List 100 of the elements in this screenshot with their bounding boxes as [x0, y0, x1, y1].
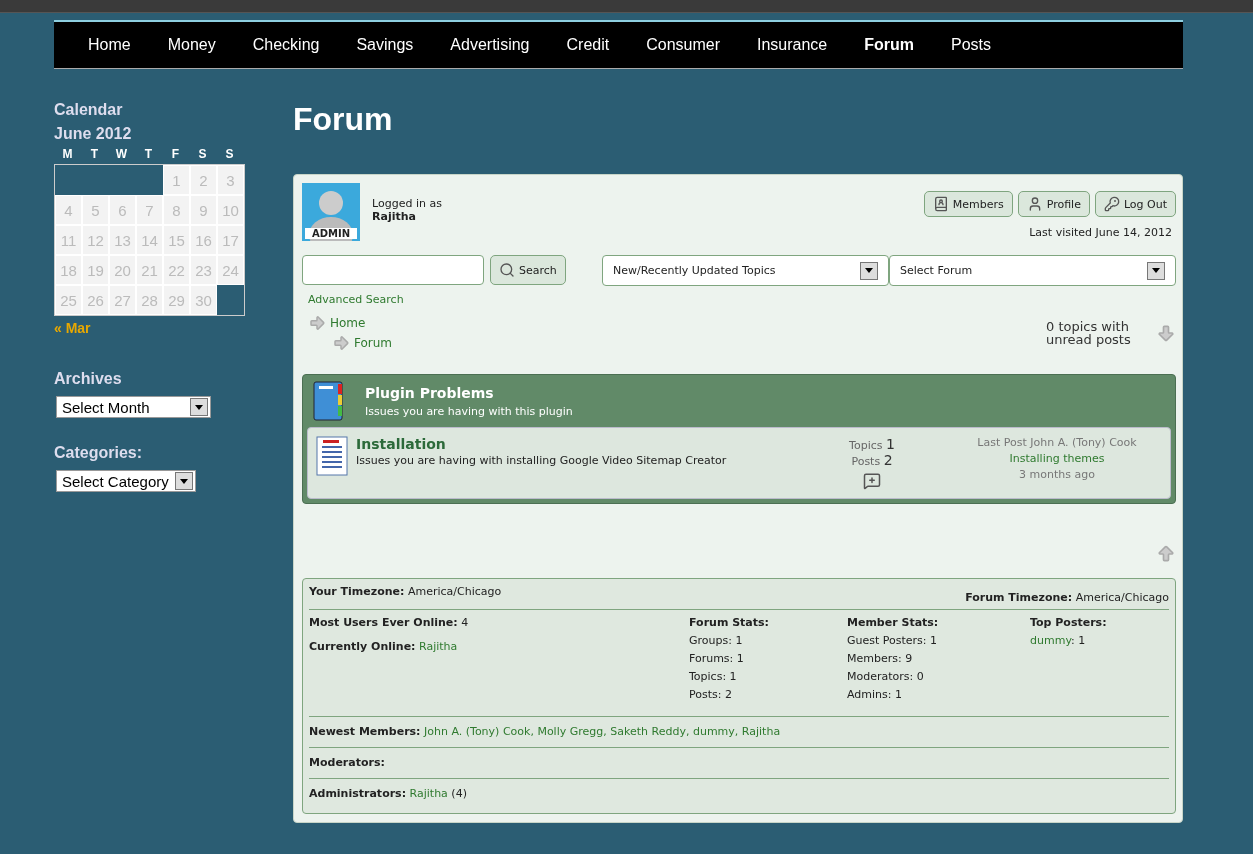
calendar-day: 15: [163, 225, 190, 255]
calendar-day: 14: [136, 225, 163, 255]
nav-link[interactable]: Posts: [937, 36, 1015, 54]
calendar-day: 20: [109, 255, 136, 285]
widget-title: Archives: [54, 370, 123, 388]
logged-in-label: Logged in as: [372, 197, 442, 210]
nav-link[interactable]: Consumer: [632, 36, 743, 54]
calendar-day: 13: [109, 225, 136, 255]
calendar-day: 1: [163, 165, 190, 195]
nav-link[interactable]: Home: [74, 36, 154, 54]
nav-link[interactable]: Advertising: [436, 36, 553, 54]
last-post-author: Last Post John A. (Tony) Cook: [977, 436, 1137, 449]
group-description: Issues you are having with this plugin: [365, 404, 573, 418]
category-select[interactable]: Select Category: [56, 470, 196, 492]
currently-online-text: Currently Online: Rajitha: [309, 639, 459, 655]
calendar-day: 18: [55, 255, 82, 285]
weekday-label: S: [197, 147, 208, 163]
arrow-down-icon[interactable]: [1156, 323, 1176, 343]
timezone-text: Forum Timezone: America/Chicago: [965, 590, 1169, 606]
nav-link[interactable]: Savings: [342, 36, 437, 54]
nav-link[interactable]: Credit: [552, 36, 633, 54]
month-select[interactable]: Select Month: [56, 396, 211, 418]
calendar-day: 7: [136, 195, 163, 225]
user-link[interactable]: Rajitha: [419, 640, 458, 653]
stat-item: Admins: 1: [847, 687, 903, 703]
forum-select[interactable]: Select Forum: [889, 255, 1176, 286]
nav-link[interactable]: Forum: [850, 36, 938, 54]
weekday-label: S: [224, 147, 235, 163]
header-button[interactable]: Profile: [1017, 191, 1090, 217]
widget-title: Calendar: [54, 101, 124, 119]
stats-heading: Top Posters:: [1030, 615, 1108, 631]
nav-link[interactable]: Insurance: [743, 36, 851, 54]
group-title[interactable]: Plugin Problems: [365, 384, 573, 401]
weekday-label: T: [89, 147, 100, 163]
stat-item: Topics: 1: [689, 669, 738, 685]
user-name: Rajitha: [372, 210, 417, 223]
breadcrumb-link[interactable]: Forum: [354, 336, 393, 350]
timezone-text: Your Timezone: America/Chicago: [309, 584, 502, 600]
most-users-text: Most Users Ever Online: 4: [309, 615, 470, 631]
forum-title[interactable]: Installation: [356, 436, 792, 452]
calendar-day: 25: [55, 285, 82, 315]
forum-select[interactable]: New/Recently Updated Topics: [602, 255, 889, 286]
stat-item: Posts: 2: [689, 687, 733, 703]
stat-item: Moderators: 0: [847, 669, 925, 685]
weekday-label: T: [143, 147, 154, 163]
header-button[interactable]: Members: [923, 191, 1013, 217]
stats-heading: Forum Stats:: [689, 615, 770, 631]
caret-icon: [1147, 261, 1165, 280]
nav-link[interactable]: Money: [153, 36, 239, 54]
last-visited: Last visited June 14, 2012: [1029, 226, 1172, 239]
user-link[interactable]: Rajitha: [741, 725, 781, 738]
calendar-day: 11: [55, 225, 82, 255]
calendar-day: 17: [217, 225, 244, 255]
user-link[interactable]: Rajitha: [409, 787, 448, 800]
last-topic-link[interactable]: Installing themes: [1009, 452, 1105, 465]
calendar-day: 10: [217, 195, 244, 225]
stat-item: Members: 9: [847, 651, 914, 667]
stats-heading: Member Stats:: [847, 615, 940, 631]
arrow-up-icon[interactable]: [1156, 544, 1176, 564]
new-post-icon[interactable]: [863, 472, 881, 490]
newest-members-text: Newest Members: John A. (Tony) Cook, Molly Gregg, Saketh Reddy, dummy, Rajitha: [309, 725, 781, 738]
page-title: Forum: [293, 101, 394, 138]
arrow-right-icon: [332, 334, 350, 352]
calendar-day: 9: [190, 195, 217, 225]
calendar-month: June 2012: [54, 125, 133, 143]
calendar-day: 21: [136, 255, 163, 285]
caret-icon: [860, 261, 878, 280]
topics-count: Topics 1: [849, 436, 895, 452]
weekday-label: F: [170, 147, 181, 163]
calendar-day: 24: [217, 255, 244, 285]
calendar-day: 27: [109, 285, 136, 315]
caret-icon: [174, 472, 193, 490]
breadcrumb-link[interactable]: Home: [330, 316, 366, 330]
search-button[interactable]: Search: [490, 255, 566, 285]
weekday-label: W: [114, 147, 129, 163]
advanced-search-link[interactable]: Advanced Search: [308, 293, 602, 306]
calendar-day: 12: [82, 225, 109, 255]
caret-icon: [189, 398, 208, 416]
contact-book-icon: [932, 196, 949, 212]
forum-description: Issues you are having with installing Google Video Sitemap Creator: [356, 454, 728, 467]
calendar-day: 4: [55, 195, 82, 225]
calendar-day: 16: [190, 225, 217, 255]
calendar-day: 19: [82, 255, 109, 285]
document-icon: [316, 436, 348, 476]
stat-item: Guest Posters: 1: [847, 633, 939, 649]
top-poster: dummy: 1: [1030, 633, 1087, 649]
calendar-day: 26: [82, 285, 109, 315]
calendar-day: 8: [163, 195, 190, 225]
avatar-badge: ADMIN: [305, 228, 357, 239]
user-link[interactable]: Saketh Reddy: [610, 725, 686, 738]
stat-item: Groups: 1: [689, 633, 744, 649]
header-button[interactable]: Log Out: [1094, 191, 1176, 217]
calendar-day: 5: [82, 195, 109, 225]
user-link[interactable]: dummy: [692, 725, 735, 738]
calendar-day: 2: [190, 165, 217, 195]
nav-link[interactable]: Checking: [238, 36, 343, 54]
last-post-time: 3 months ago: [1019, 468, 1095, 481]
search-field[interactable]: [302, 255, 484, 285]
moderators-label: Moderators:: [309, 756, 385, 769]
calendar-day: 28: [136, 285, 163, 315]
